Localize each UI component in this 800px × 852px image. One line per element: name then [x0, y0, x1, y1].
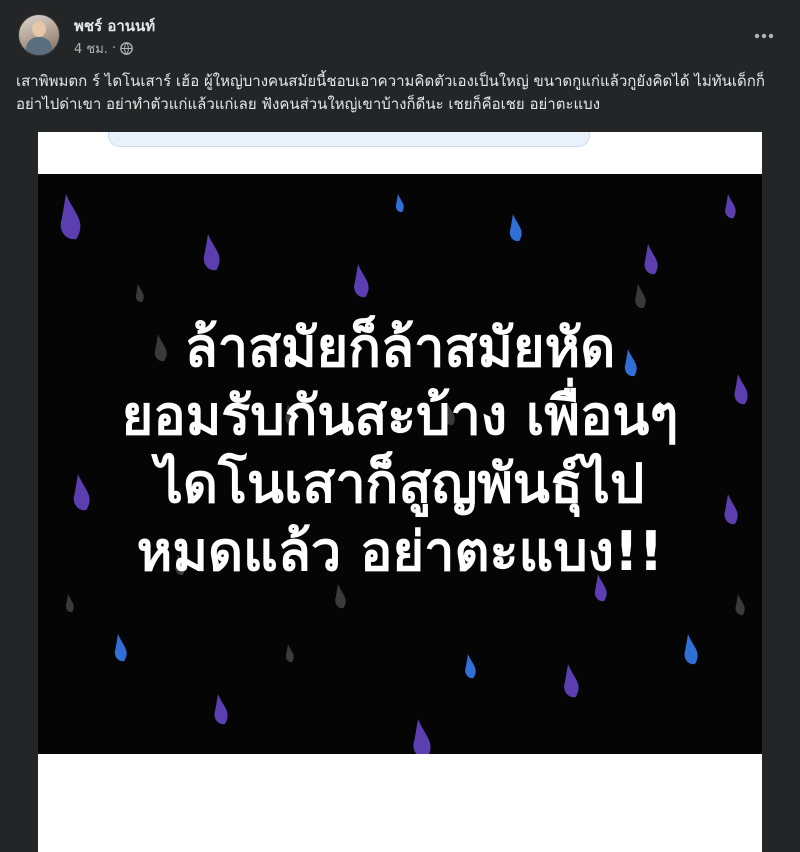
cropped-banner	[108, 132, 590, 147]
raindrop	[214, 694, 228, 725]
image-text-block: ล้าสมัยก็ล้าสมัยหัด ยอมรับกันสะบ้าง เพื่…	[38, 314, 762, 586]
avatar-face	[32, 21, 46, 37]
raindrop	[203, 234, 220, 271]
post-image[interactable]: ล้าสมัยก็ล้าสมัยหัด ยอมรับกันสะบ้าง เพื่…	[38, 132, 762, 852]
raindrop	[564, 664, 579, 698]
image-black-area: ล้าสมัยก็ล้าสมัยหัด ยอมรับกันสะบ้าง เพื่…	[38, 174, 762, 754]
post-meta: 4 ชม. ·	[74, 38, 133, 59]
raindrop	[413, 719, 431, 754]
raindrop	[335, 584, 346, 609]
globe-icon[interactable]	[120, 42, 133, 55]
raindrop	[65, 594, 74, 613]
raindrop	[509, 214, 522, 242]
meta-separator: ·	[111, 41, 117, 56]
image-text-line-3: ไดโนเสาก็สูญพันธุ์ไป	[155, 452, 645, 515]
post-time[interactable]: 4 ชม.	[74, 38, 108, 59]
raindrop	[135, 284, 144, 303]
raindrop	[60, 194, 81, 240]
facebook-post: พชร์ อานนท์ 4 ชม. · เสาพิพมตก ร์ ไดโนเสา…	[0, 0, 800, 852]
more-options-button[interactable]	[746, 18, 782, 54]
more-horizontal-icon	[754, 33, 774, 39]
image-bottom-strip	[38, 754, 762, 852]
author-name-link[interactable]: พชร์ อานนท์	[74, 14, 155, 38]
image-text-line-4: หมดแล้ว อย่าตะแบง!!	[136, 520, 664, 583]
raindrop	[465, 654, 476, 679]
image-top-strip	[38, 132, 762, 174]
raindrop	[285, 644, 294, 663]
raindrop	[354, 264, 369, 298]
raindrop	[395, 194, 404, 213]
raindrop	[635, 284, 646, 309]
avatar-body	[26, 37, 52, 55]
raindrop	[644, 244, 658, 275]
image-text-line-2: ยอมรับกันสะบ้าง เพื่อนๆ	[121, 384, 679, 447]
raindrop	[114, 634, 127, 662]
author-avatar[interactable]	[18, 14, 60, 56]
raindrop	[684, 634, 698, 665]
raindrop	[735, 594, 745, 616]
post-caption: เสาพิพมตก ร์ ไดโนเสาร์ เฮ้อ ผู้ใหญ่บางคน…	[16, 72, 765, 113]
image-text-line-1: ล้าสมัยก็ล้าสมัยหัด	[184, 316, 616, 379]
raindrop	[725, 194, 736, 219]
post-header: พชร์ อานนท์ 4 ชม. · เสาพิพมตก ร์ ไดโนเสา…	[0, 0, 800, 132]
